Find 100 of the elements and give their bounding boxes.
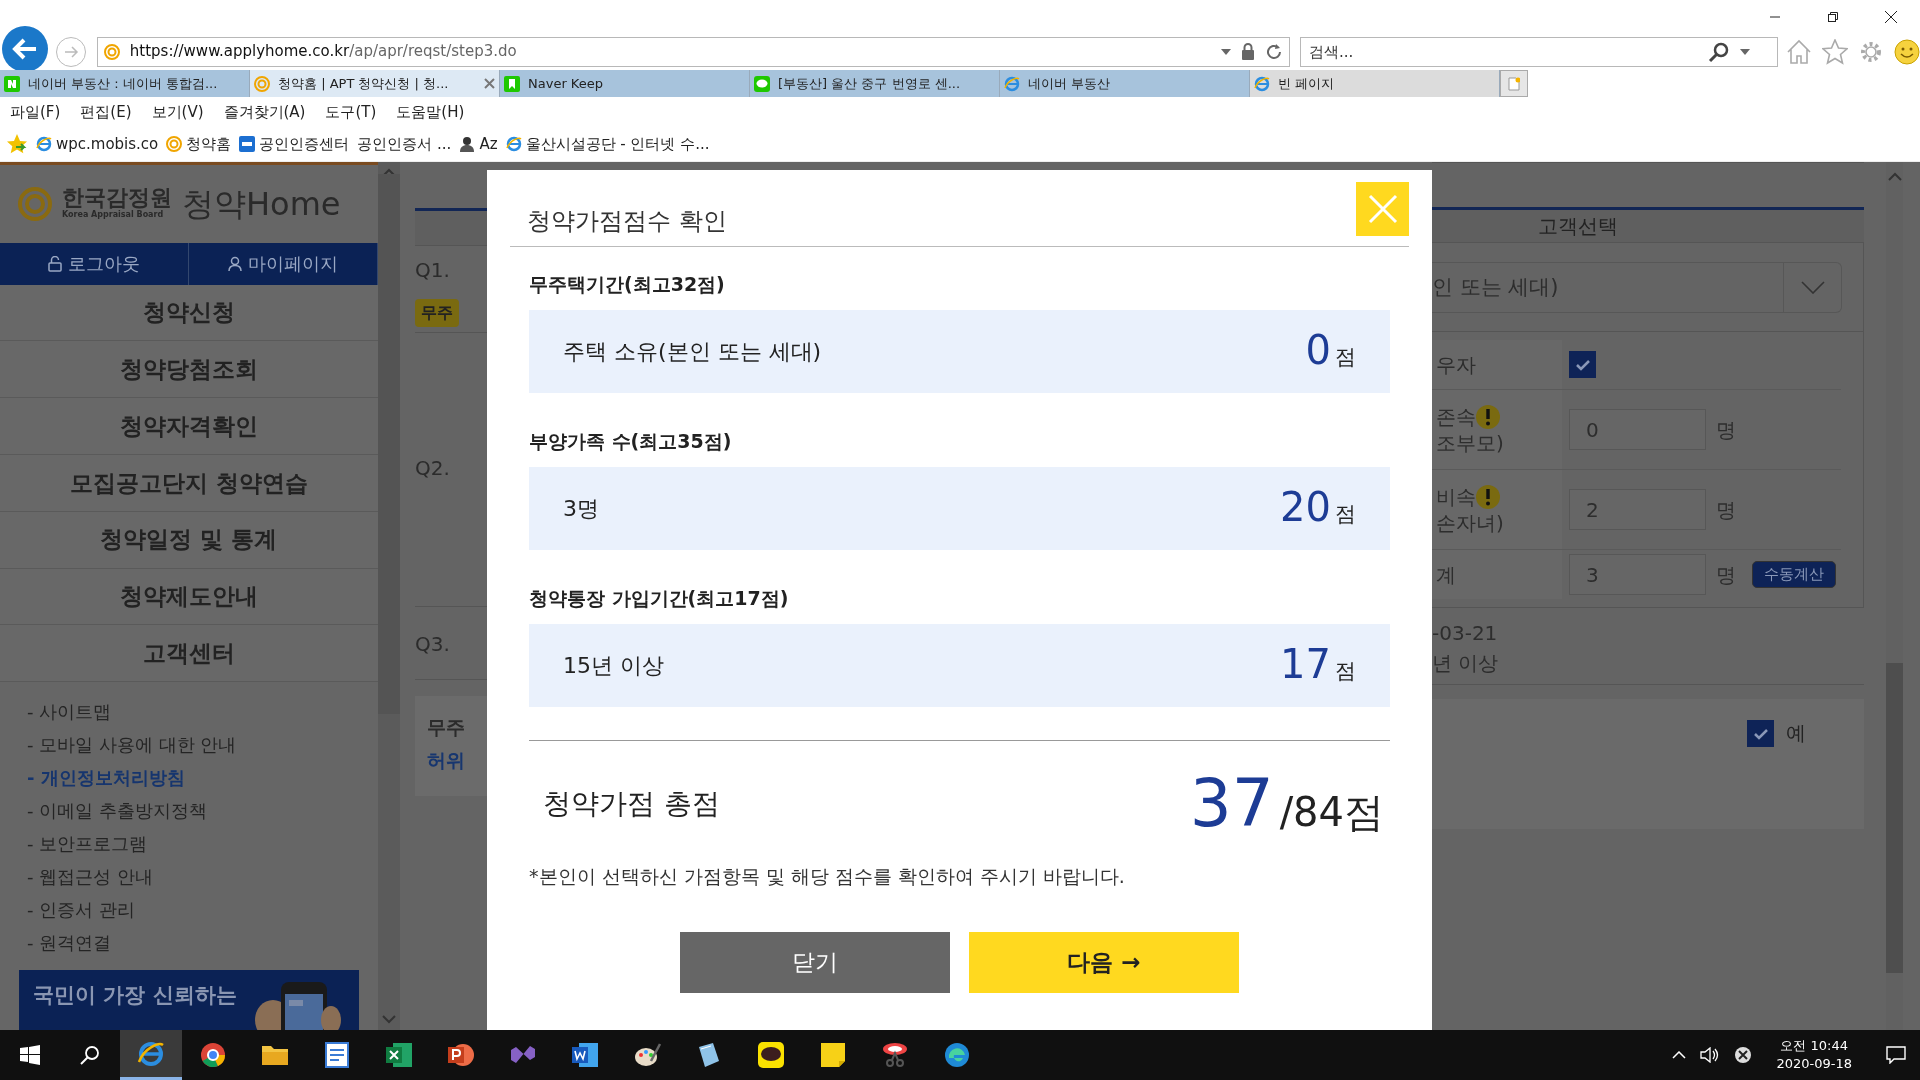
- browser-tab[interactable]: 빈 페이지: [1250, 70, 1500, 97]
- favorite-link[interactable]: wpc.mobis.co: [36, 132, 159, 156]
- menu-item[interactable]: 도움말(H): [396, 100, 465, 124]
- tag: 무주: [415, 299, 459, 327]
- favorite-link[interactable]: 공인인증센터: [239, 132, 350, 156]
- total-score: 37: [1189, 771, 1274, 837]
- favorite-link[interactable]: Az: [459, 132, 498, 156]
- notice-text: 허위: [427, 748, 466, 772]
- section-title: 청약통장 가입기간(최고17점): [529, 586, 790, 610]
- favorite-link[interactable]: 공인인증서 ...: [357, 132, 452, 156]
- favorites-star-icon: [6, 133, 28, 155]
- search-icon: [80, 1045, 100, 1065]
- note-text: *본인이 선택하신 가점항목 및 해당 점수를 확인하여 주시기 바랍니다.: [529, 864, 1126, 888]
- folder-icon: [261, 1043, 289, 1067]
- promo-banner[interactable]: 국민이 가장 신뢰하는: [19, 970, 359, 1030]
- document-icon: [571, 1041, 599, 1069]
- round-logo-icon: [199, 1041, 227, 1069]
- field-label: 존속: [1436, 403, 1476, 430]
- score-value: 20: [1280, 486, 1331, 527]
- calculate-button[interactable]: 수동계산: [1752, 561, 1836, 588]
- unit-label: 명: [1716, 496, 1736, 524]
- arrow-left-icon: [11, 37, 38, 60]
- browser-tab[interactable]: 네이버 부동산: [1000, 70, 1250, 97]
- notification-icon: [1886, 1046, 1906, 1064]
- check-icon: [1752, 727, 1769, 740]
- field-label: 우자: [1436, 351, 1476, 378]
- browser-logo-icon: [36, 136, 52, 152]
- close-dialog-button[interactable]: 닫기: [680, 932, 950, 993]
- square-logo-icon: [239, 136, 256, 152]
- answer-text: 주택 소유(본인 또는 세대): [563, 338, 822, 366]
- chevron-up-icon: [1672, 1051, 1687, 1059]
- browser-tab[interactable]: 네이버 부동산 : 네이버 통합검...: [0, 70, 250, 97]
- chat-bubble-icon: [754, 75, 770, 92]
- question-label: Q2.: [415, 455, 451, 482]
- back-button[interactable]: [2, 25, 48, 72]
- menu-item[interactable]: 도구(T): [325, 100, 377, 124]
- browser-tab[interactable]: [부동산] 울산 중구 번영로 센...: [750, 70, 1000, 97]
- close-icon: [1367, 194, 1398, 224]
- chat-bubble-icon: [757, 1041, 785, 1069]
- favorite-link[interactable]: 청약홈: [166, 132, 232, 156]
- unit-label: 명: [1716, 561, 1736, 589]
- scissors-icon: [881, 1041, 909, 1069]
- warning-icon: [1476, 484, 1500, 509]
- column-header: 고객선택: [1432, 207, 1864, 243]
- menu-item[interactable]: 편집(E): [80, 100, 132, 124]
- lock-icon: [1241, 43, 1255, 60]
- spreadsheet-icon: [385, 1041, 413, 1069]
- scrollbar-thumb[interactable]: [378, 174, 400, 714]
- section-title: 무주택기간(최고32점): [529, 272, 726, 296]
- address-field[interactable]: https://www.applyhome.co.kr/ap/apr/reqst/step3.do: [96, 36, 1290, 67]
- checkbox[interactable]: [1747, 720, 1774, 747]
- swirl-logo-icon: [103, 43, 120, 60]
- favorite-link[interactable]: 울산시설공단 - 인터넷 수...: [505, 132, 710, 156]
- sticky-note-icon: [819, 1041, 847, 1069]
- notice-text: 무주: [427, 716, 466, 739]
- close-icon: [484, 78, 495, 89]
- swirl-logo-icon: [254, 75, 270, 92]
- field-label: 조부모): [1436, 429, 1504, 456]
- browser-logo-icon: [1254, 75, 1270, 92]
- menu-item[interactable]: 파일(F): [10, 100, 61, 124]
- table-header: [415, 208, 487, 246]
- scroll-down-icon: [382, 1015, 396, 1024]
- menu-item[interactable]: 즐겨찾기(A): [223, 100, 306, 124]
- swirl-logo-icon: [166, 136, 183, 152]
- question-label: Q1.: [415, 257, 451, 284]
- browser-logo-icon: [1004, 75, 1020, 92]
- browser-tab[interactable]: Naver Keep: [500, 70, 750, 97]
- check-icon: [1574, 358, 1591, 371]
- new-page-icon: [1508, 76, 1520, 91]
- clock-date: 2020-09-18: [1776, 1055, 1852, 1073]
- swirl-logo-icon: [18, 186, 52, 221]
- score-value: 0: [1305, 329, 1331, 370]
- org-name-english: Korea Appraisal Board: [62, 209, 165, 221]
- checkbox[interactable]: [1569, 351, 1596, 378]
- clock-time: 오전 10:44: [1779, 1037, 1849, 1055]
- search-icon: [1708, 40, 1730, 63]
- person-icon: [459, 136, 476, 152]
- disconnected-icon: [1734, 1046, 1753, 1064]
- next-button[interactable]: 다음 →: [969, 932, 1239, 993]
- caret-icon: [1740, 48, 1750, 55]
- browser-logo-icon: [137, 1039, 165, 1068]
- arrow-right-icon: [62, 44, 79, 59]
- browser-logo-icon: [505, 136, 522, 152]
- unit-label: 명: [1716, 416, 1736, 444]
- question-label: Q3.: [415, 631, 451, 658]
- menu-item[interactable]: 보기(V): [151, 100, 204, 124]
- smiley-icon: [1894, 38, 1920, 65]
- speaker-icon: [1700, 1047, 1721, 1063]
- max-score: /84점: [1279, 792, 1384, 832]
- brand-logo: 청약Home: [182, 187, 341, 220]
- dialog-title: 청약가점점수 확인: [527, 206, 727, 237]
- refresh-icon: [1265, 42, 1283, 61]
- browser-tab[interactable]: 청약홈 | APT 청약신청 | 청...: [250, 70, 500, 97]
- search-field[interactable]: 검색...: [1300, 36, 1778, 67]
- auth-link[interactable]: 로그아웃: [0, 242, 189, 285]
- field-label: 손자녀): [1436, 509, 1504, 536]
- home-icon: [1786, 38, 1812, 65]
- n-logo-icon: [4, 75, 20, 92]
- windows-logo-icon: [20, 1045, 40, 1065]
- palette-icon: [633, 1041, 661, 1069]
